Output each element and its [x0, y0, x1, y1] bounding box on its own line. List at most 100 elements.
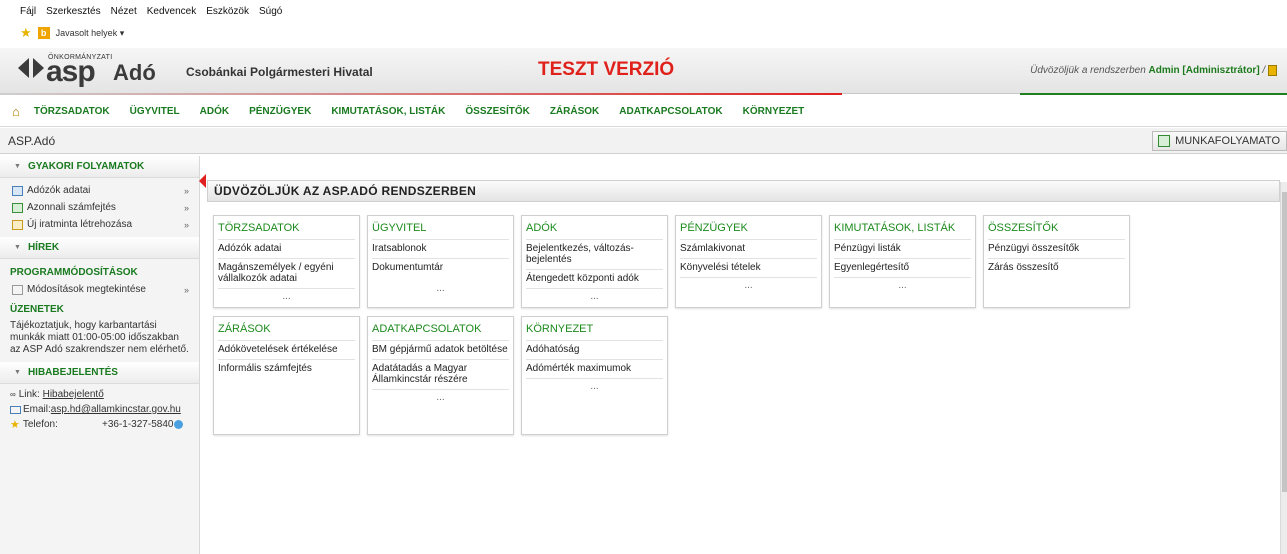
card-link[interactable]: Magánszemélyek / egyéni vállalkozók adat…	[218, 258, 355, 288]
favorites-star-icon[interactable]: ★	[20, 25, 32, 41]
nav-zarasok[interactable]: ZÁRÁSOK	[550, 106, 599, 117]
email-row: Email: asp.hd@allamkincstar.gov.hu	[0, 402, 199, 417]
nav-adok[interactable]: ADÓK	[200, 106, 229, 117]
table-icon	[12, 185, 23, 196]
calculator-icon	[12, 202, 23, 213]
messages-heading: ÜZENETEK	[10, 304, 64, 315]
card-link[interactable]: BM gépjármű adatok betöltése	[372, 340, 509, 359]
nav-osszesitok[interactable]: ÖSSZESÍTŐK	[465, 106, 529, 117]
phone-row: ★ Telefon: +36-1-327-5840	[0, 417, 199, 432]
bugreport-link[interactable]: Hibabejelentő	[43, 389, 104, 400]
sidebar-collapse-arrow[interactable]	[199, 174, 206, 188]
card-link[interactable]: Adómérték maximumok	[526, 359, 663, 378]
card-link[interactable]: Adózók adatai	[218, 239, 355, 258]
nav-kimutatasok[interactable]: KIMUTATÁSOK, LISTÁK	[331, 106, 445, 117]
card-title[interactable]: ÖSSZESÍTŐK	[984, 216, 1129, 239]
list-icon	[12, 284, 23, 295]
nav-torzsadatok[interactable]: TÖRZSADATOK	[34, 106, 110, 117]
sidebar-item-modositasok[interactable]: Módosítások megtekintése »	[0, 281, 199, 298]
card-more-link[interactable]: ...	[680, 277, 817, 297]
workflow-button[interactable]: MUNKAFOLYAMATO	[1152, 131, 1287, 151]
card-title[interactable]: KÖRNYEZET	[522, 317, 667, 340]
sidebar-item-szamfejtes[interactable]: Azonnali számfejtés »	[0, 199, 199, 216]
scrollbar-thumb[interactable]	[1282, 192, 1287, 492]
skype-icon[interactable]	[174, 419, 184, 429]
card-link[interactable]: Pénzügyi listák	[834, 239, 971, 258]
card-adok: ADÓK Bejelentkezés, változás-bejelentés …	[521, 215, 668, 308]
phone-number[interactable]: +36-1-327-5840	[102, 419, 184, 430]
star-icon: ★	[10, 419, 20, 431]
card-link[interactable]: Informális számfejtés	[218, 359, 355, 378]
card-title[interactable]: ÜGYVITEL	[368, 216, 513, 239]
card-zarasok: ZÁRÁSOK Adókövetelések értékelése Inform…	[213, 316, 360, 435]
card-title[interactable]: ZÁRÁSOK	[214, 317, 359, 340]
menu-file[interactable]: Fájl	[20, 6, 36, 17]
main-content: ÜDVÖZÖLJÜK AZ ASP.ADÓ RENDSZERBEN TÖRZSA…	[207, 180, 1280, 554]
asp-logo-icon	[18, 58, 44, 78]
card-more-link[interactable]: ...	[526, 288, 663, 308]
vertical-scrollbar[interactable]	[1280, 182, 1287, 554]
breadcrumb-bar: ASP.Adó MUNKAFOLYAMATO	[0, 128, 1287, 154]
card-title[interactable]: ADÓK	[522, 216, 667, 239]
card-osszesitok: ÖSSZESÍTŐK Pénzügyi összesítők Zárás öss…	[983, 215, 1130, 308]
card-link[interactable]: Pénzügyi összesítők	[988, 239, 1125, 258]
card-link[interactable]: Zárás összesítő	[988, 258, 1125, 277]
suggested-sites-link[interactable]: Javasolt helyek ▾	[56, 28, 125, 39]
card-more-link[interactable]: ...	[218, 288, 355, 308]
card-link[interactable]: Egyenlegértesítő	[834, 258, 971, 277]
card-adatkapcsolatok: ADATKAPCSOLATOK BM gépjármű adatok betöl…	[367, 316, 514, 435]
card-more-link[interactable]: ...	[372, 389, 509, 409]
program-changes-heading: PROGRAMMÓDOSÍTÁSOK	[10, 267, 138, 278]
card-title[interactable]: ADATKAPCSOLATOK	[368, 317, 513, 340]
card-link[interactable]: Adatátadás a Magyar Államkincstár részér…	[372, 359, 509, 389]
sidebar-section-bugreport[interactable]: ▼ HIBABEJELENTÉS	[0, 362, 199, 384]
new-document-icon	[12, 219, 23, 230]
menu-help[interactable]: Súgó	[259, 6, 282, 17]
sidebar-item-adozok[interactable]: Adózók adatai »	[0, 182, 199, 199]
workflow-icon	[1158, 135, 1171, 147]
header-divider-green	[1020, 93, 1287, 95]
sidebar-item-iratminta[interactable]: Új iratminta létrehozása »	[0, 216, 199, 233]
card-link[interactable]: Átengedett központi adók	[526, 269, 663, 288]
sidebar: ▼ GYAKORI FOLYAMATOK Adózók adatai » Azo…	[0, 156, 200, 554]
card-link[interactable]: Adóhatóság	[526, 340, 663, 359]
card-ugyvitel: ÜGYVITEL Iratsablonok Dokumentumtár ...	[367, 215, 514, 308]
card-more-link[interactable]: ...	[372, 281, 509, 301]
card-link[interactable]: Számlakivonat	[680, 239, 817, 258]
card-link[interactable]: Adókövetelések értékelése	[218, 340, 355, 359]
card-link[interactable]: Bejelentkezés, változás-bejelentés	[526, 239, 663, 269]
collapse-triangle-icon: ▼	[14, 163, 21, 170]
nav-ugyvitel[interactable]: ÜGYVITEL	[130, 106, 180, 117]
link-icon: ∞	[10, 390, 16, 399]
home-icon[interactable]: ⌂	[12, 104, 20, 119]
card-link[interactable]: Iratsablonok	[372, 239, 509, 258]
sidebar-section-frequent[interactable]: ▼ GYAKORI FOLYAMATOK	[0, 156, 199, 178]
chevron-right-icon: »	[183, 284, 189, 295]
current-user[interactable]: Admin [Adminisztrátor]	[1149, 65, 1260, 76]
menu-tools[interactable]: Eszközök	[206, 6, 249, 17]
menu-edit[interactable]: Szerkesztés	[46, 6, 100, 17]
nav-kornyezet[interactable]: KÖRNYEZET	[743, 106, 805, 117]
sidebar-section-news[interactable]: ▼ HÍREK	[0, 237, 199, 259]
email-link[interactable]: asp.hd@allamkincstar.gov.hu	[51, 404, 181, 415]
menu-favorites[interactable]: Kedvencek	[147, 6, 196, 17]
card-title[interactable]: KIMUTATÁSOK, LISTÁK	[830, 216, 975, 239]
card-torzsadatok: TÖRZSADATOK Adózók adatai Magánszemélyek…	[213, 215, 360, 308]
card-kimutatasok: KIMUTATÁSOK, LISTÁK Pénzügyi listák Egye…	[829, 215, 976, 308]
breadcrumb[interactable]: ASP.Adó	[8, 134, 55, 148]
header-divider-red	[0, 93, 842, 95]
card-title[interactable]: PÉNZÜGYEK	[676, 216, 821, 239]
nav-adatkapcsolatok[interactable]: ADATKAPCSOLATOK	[619, 106, 722, 117]
logout-icon[interactable]	[1268, 65, 1277, 76]
collapse-triangle-icon: ▼	[14, 244, 21, 251]
card-link[interactable]: Dokumentumtár	[372, 258, 509, 277]
card-link[interactable]: Könyvelési tételek	[680, 258, 817, 277]
card-title[interactable]: TÖRZSADATOK	[214, 216, 359, 239]
card-more-link[interactable]: ...	[526, 378, 663, 398]
app-header: ÖNKORMÁNYZATI asp Adó Csobánkai Polgárme…	[0, 48, 1287, 94]
bugreport-link-row: ∞ Link: Hibabejelentő	[10, 389, 104, 400]
bing-icon: b	[37, 27, 50, 39]
menu-view[interactable]: Nézet	[111, 6, 137, 17]
card-more-link[interactable]: ...	[834, 277, 971, 297]
nav-penzugyek[interactable]: PÉNZÜGYEK	[249, 106, 311, 117]
